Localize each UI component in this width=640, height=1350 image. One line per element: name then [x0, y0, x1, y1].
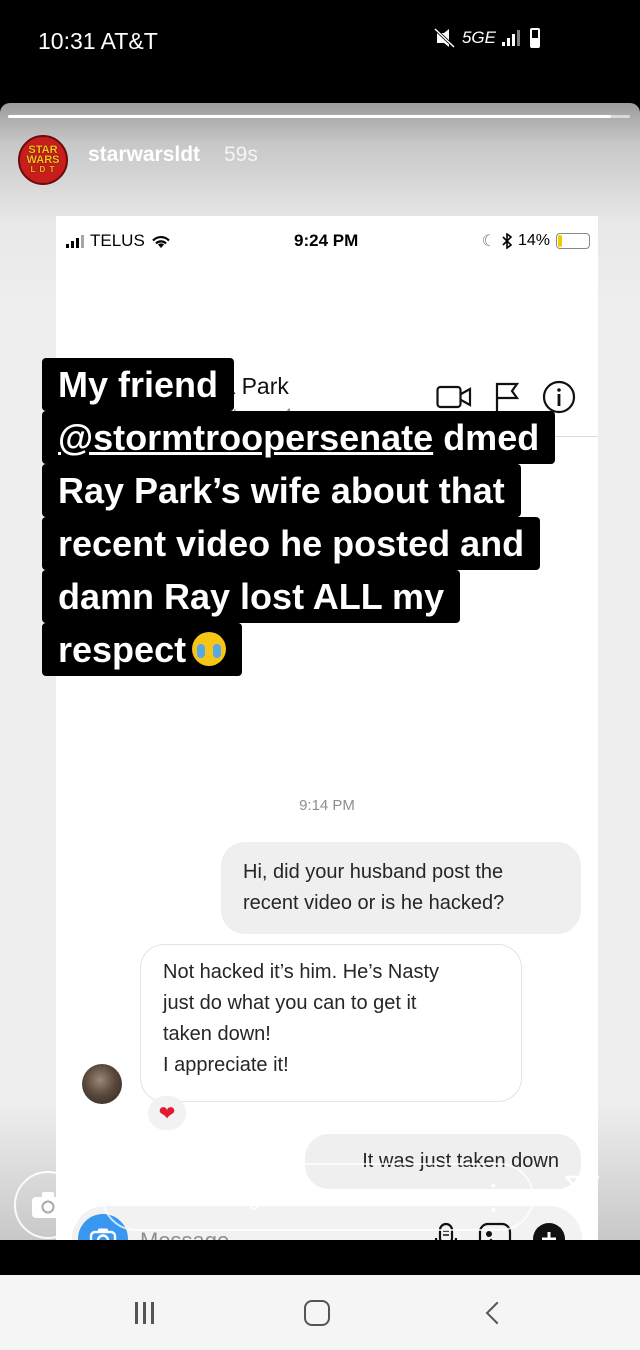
story-username[interactable]: starwarsldt: [88, 143, 200, 167]
android-nav-bar: [0, 1275, 640, 1350]
caption-line: respect: [42, 623, 243, 676]
mute-vibrate-icon: [433, 28, 456, 48]
send-direct-icon[interactable]: [564, 1171, 600, 1207]
message-line: Not hacked it’s him. He’s Nasty: [163, 961, 440, 983]
caption-line: Ray Park’s wife about that: [42, 464, 521, 517]
ios-status-right: ☾ 14%: [482, 231, 590, 251]
avatar-logo-text-3: L D T: [30, 165, 56, 174]
more-options-icon[interactable]: · · ·: [490, 1175, 498, 1223]
battery-icon: [530, 28, 540, 48]
sender-avatar: [82, 1064, 122, 1104]
heart-reaction-icon[interactable]: ❤: [148, 1096, 186, 1130]
ios-battery-icon: [556, 233, 590, 249]
wifi-icon: [151, 235, 170, 248]
message-line: I appreciate it!: [163, 1054, 289, 1076]
ios-battery-percent: 14%: [517, 232, 550, 249]
caption-text: dmed: [433, 417, 540, 458]
moon-icon: ☾: [481, 233, 496, 250]
back-icon[interactable]: [485, 1301, 509, 1324]
message-line: just do what you can to get it: [163, 992, 417, 1014]
caption-line: recent video he posted and: [42, 517, 541, 570]
story-avatar[interactable]: STAR WARS L D T: [18, 135, 68, 185]
phone-screen: 10:31 AT&T 5GE STAR WARS L D T starwarsl…: [0, 0, 640, 1350]
status-time: 10:31 AT&T: [38, 28, 158, 54]
story-view[interactable]: STAR WARS L D T starwarsldt 59s TELUS 9:…: [0, 103, 640, 1240]
bluetooth-icon: [502, 233, 512, 249]
send-message-placeholder: Send message: [126, 1185, 273, 1210]
send-message-input[interactable]: Send message · · ·: [102, 1163, 534, 1231]
add-plus-icon[interactable]: [532, 1222, 566, 1240]
status-icons: 5GE: [433, 28, 540, 48]
caption-text: My friend: [58, 364, 219, 405]
recent-apps-icon[interactable]: [135, 1301, 155, 1324]
story-caption: My friend @stormtroopersenate dmed Ray P…: [42, 358, 602, 676]
signal-icon: [502, 30, 520, 46]
message-line: Hi, did your husband post the: [243, 861, 504, 883]
story-age: 59s: [224, 143, 258, 166]
caption-line: My friend: [42, 358, 235, 411]
avatar-logo-text-2: WARS: [26, 154, 60, 166]
story-progress-fill: [8, 115, 612, 118]
received-message-bubble[interactable]: Not hacked it’s him. He’s Nasty just do …: [140, 944, 522, 1102]
caption-line: damn Ray lost ALL my: [42, 570, 461, 623]
message-line: taken down!: [163, 1023, 271, 1045]
home-icon[interactable]: [304, 1299, 331, 1326]
ios-carrier-name: TELUS: [90, 231, 145, 250]
ios-carrier: TELUS: [66, 231, 171, 251]
ios-battery-fill: [558, 235, 563, 247]
sent-message-bubble[interactable]: Hi, did your husband post the recent vid…: [221, 842, 581, 934]
story-camera-icon[interactable]: [14, 1171, 82, 1239]
ios-time: 9:24 PM: [294, 231, 359, 250]
caption-mention-link[interactable]: @stormtroopersenate: [58, 417, 433, 458]
story-progress-bar: [8, 115, 630, 118]
crying-face-emoji-icon: [192, 632, 227, 666]
message-timestamp: 9:14 PM: [299, 797, 355, 814]
network-type: 5GE: [461, 28, 496, 47]
caption-text: respect: [58, 629, 187, 670]
caption-line: @stormtroopersenate dmed: [42, 411, 556, 464]
message-line: recent video or is he hacked?: [243, 892, 505, 914]
ios-signal-icon: [66, 234, 84, 248]
